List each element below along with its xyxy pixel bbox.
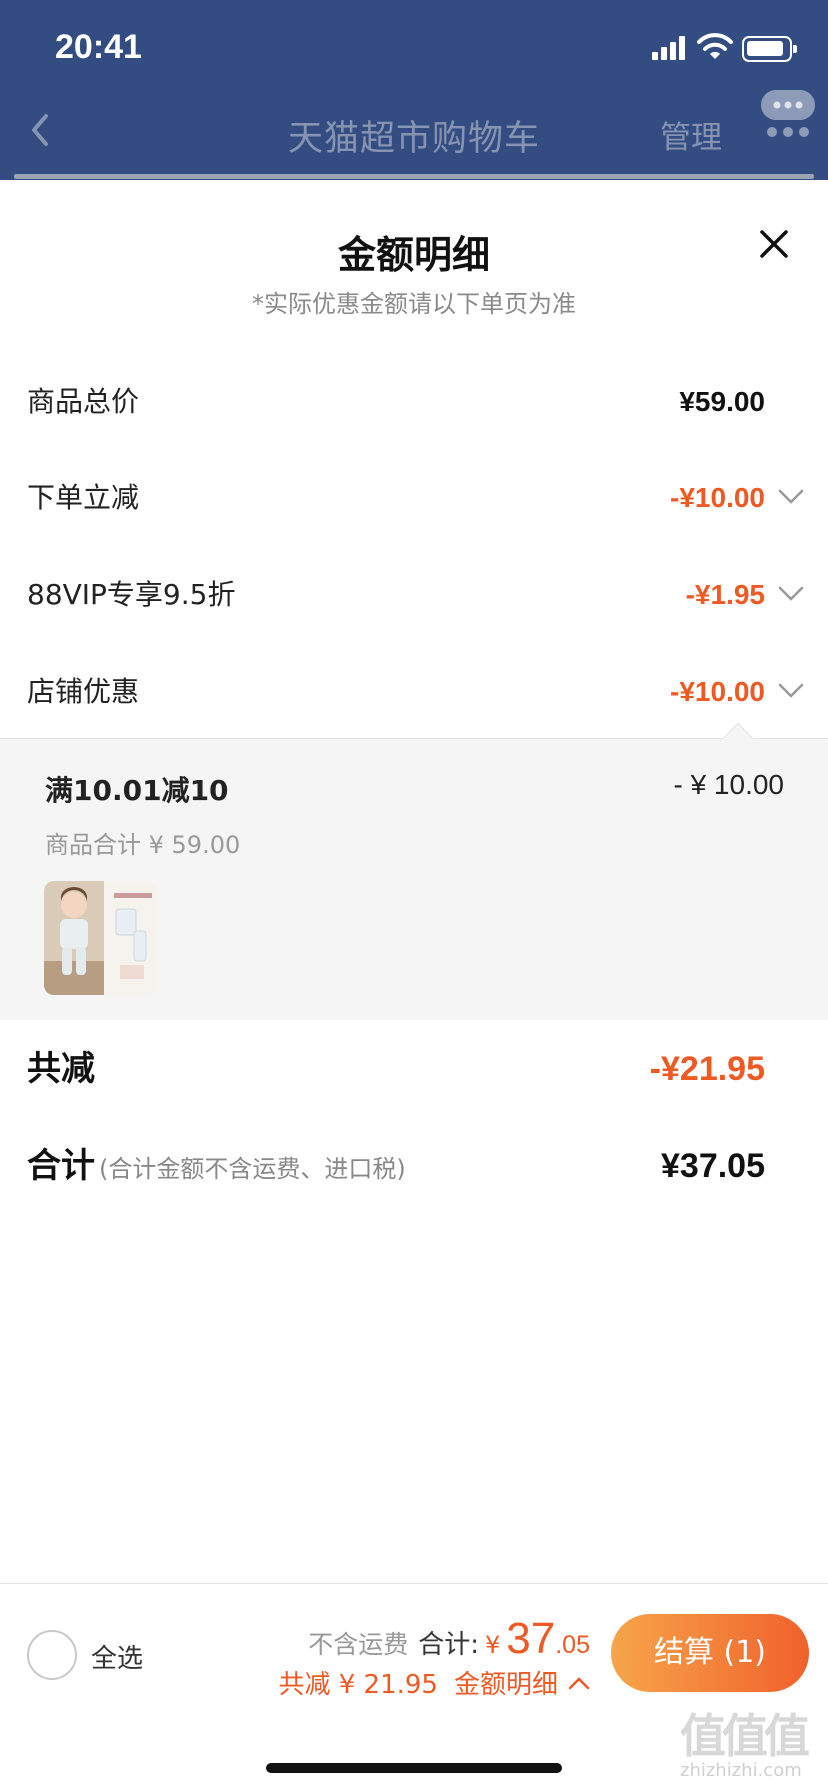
row-goods-total: 商品总价 ¥59.00 <box>0 372 828 432</box>
discount-text: 共减 ¥ 21.95 <box>278 1670 438 1700</box>
product-thumbnail[interactable] <box>44 881 158 995</box>
chevron-up-icon[interactable] <box>568 1676 590 1690</box>
row-value: -¥1.95 <box>685 579 765 610</box>
grand-total-label-group: 合计 (合计金额不含运费、进口税) <box>27 1131 406 1204</box>
chat-bubble-icon[interactable] <box>760 88 816 140</box>
grand-total-label: 合计 <box>27 1146 95 1186</box>
sheet-title: 金额明细 <box>337 233 490 277</box>
row-label: 88VIP专享9.5折 <box>27 578 236 611</box>
shop-discount-detail-panel: 满10.01减10 - ¥ 10.00 商品合计 ¥ 59.00 <box>0 738 828 1020</box>
cellular-signal-icon <box>652 36 686 60</box>
amount-detail-link[interactable]: 金额明细 <box>454 1664 558 1701</box>
nav-header: 20:41 天猫超市购物车 管理 <box>0 0 828 180</box>
chevron-down-icon[interactable] <box>777 585 805 603</box>
watermark-text: zhizhizhi.com <box>680 1760 802 1781</box>
panel-pointer <box>723 722 753 740</box>
grand-total-row: 合计 (合计金额不含运费、进口税) ¥37.05 <box>0 1131 828 1201</box>
promo-subtotal: 商品合计 ¥ 59.00 <box>45 831 241 859</box>
row-order-discount[interactable]: 下单立减 -¥10.00 <box>0 468 828 528</box>
close-icon[interactable] <box>756 226 792 262</box>
home-indicator[interactable] <box>266 1763 562 1773</box>
sum-label: 合计: <box>418 1630 479 1660</box>
divider <box>14 174 814 179</box>
price-summary: 不含运费 合计: ¥ 37 .05 <box>308 1614 590 1664</box>
row-value: ¥59.00 <box>679 386 765 417</box>
discount-summary[interactable]: 共减 ¥ 21.95 金额明细 <box>278 1664 590 1701</box>
select-all-checkbox[interactable] <box>27 1630 77 1680</box>
row-shop-discount[interactable]: 店铺优惠 -¥10.00 <box>0 662 828 722</box>
no-shipping-note: 不含运费 <box>308 1630 409 1659</box>
chevron-down-icon[interactable] <box>777 488 805 506</box>
row-value: -¥10.00 <box>670 676 765 707</box>
select-all-label[interactable]: 全选 <box>91 1638 143 1675</box>
wifi-icon <box>697 33 733 59</box>
battery-icon <box>742 36 797 62</box>
price-integer: 37 <box>506 1614 556 1663</box>
chevron-down-icon[interactable] <box>777 682 805 700</box>
total-discount-row: 共减 -¥21.95 <box>0 1034 828 1104</box>
row-value: -¥10.00 <box>670 482 765 513</box>
sheet-subtitle: *实际优惠金额请以下单页为准 <box>252 290 576 318</box>
total-discount-value: -¥21.95 <box>649 1050 765 1088</box>
promo-amount: - ¥ 10.00 <box>673 769 784 800</box>
grand-total-note: (合计金额不含运费、进口税) <box>99 1155 406 1183</box>
status-time: 20:41 <box>55 28 142 66</box>
row-label: 店铺优惠 <box>27 675 140 708</box>
row-88vip-discount[interactable]: 88VIP专享9.5折 -¥1.95 <box>0 565 828 625</box>
currency-symbol: ¥ <box>485 1631 501 1659</box>
promo-name: 满10.01减10 <box>45 774 229 807</box>
manage-button[interactable]: 管理 <box>660 112 722 157</box>
row-label: 商品总价 <box>27 385 140 418</box>
checkout-button[interactable]: 结算 (1) <box>611 1614 809 1692</box>
watermark: 值值值 zhizhizhi.com <box>680 1700 828 1792</box>
watermark-logo: 值值值 <box>680 1709 810 1763</box>
total-discount-label: 共减 <box>27 1049 95 1089</box>
grand-total-value: ¥37.05 <box>661 1147 765 1185</box>
row-label: 下单立减 <box>27 481 140 514</box>
price-decimal: .05 <box>555 1631 590 1659</box>
